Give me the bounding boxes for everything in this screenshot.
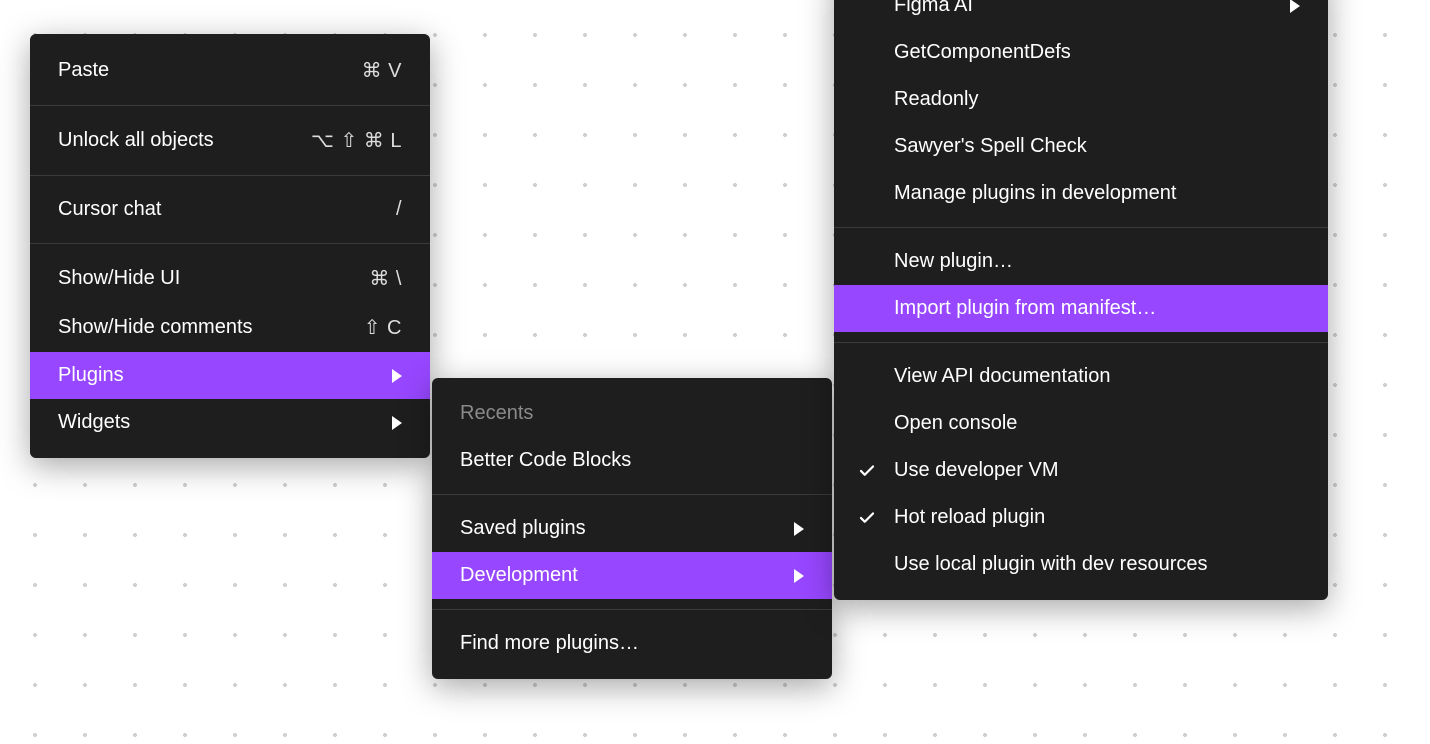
- menu-item-label: Saved plugins: [460, 517, 770, 540]
- submenu-arrow-icon: [392, 416, 402, 430]
- menu-divider: [30, 243, 430, 244]
- menu-item-use-dev-vm[interactable]: Use developer VM: [834, 447, 1328, 494]
- menu-item-better-code-blocks[interactable]: Better Code Blocks: [432, 437, 832, 484]
- menu-item-label: Import plugin from manifest…: [894, 297, 1300, 320]
- menu-item-widgets[interactable]: Widgets: [30, 399, 430, 446]
- submenu-arrow-icon: [794, 569, 804, 583]
- menu-section-header: Recents: [432, 390, 832, 437]
- menu-item-label: Hot reload plugin: [894, 506, 1300, 529]
- menu-item-label: Use developer VM: [894, 459, 1300, 482]
- menu-item-label: Paste: [58, 59, 338, 82]
- menu-item-label: Find more plugins…: [460, 632, 804, 655]
- menu-divider: [834, 342, 1328, 343]
- menu-divider: [432, 609, 832, 610]
- menu-item-unlock-all[interactable]: Unlock all objects ⌥ ⇧ ⌘ L: [30, 116, 430, 165]
- menu-item-show-hide-ui[interactable]: Show/Hide UI ⌘ \: [30, 254, 430, 303]
- menu-header-label: Recents: [460, 402, 533, 424]
- menu-item-label: Show/Hide UI: [58, 267, 345, 290]
- submenu-arrow-icon: [1290, 0, 1300, 13]
- menu-item-label: Readonly: [894, 88, 1300, 111]
- menu-item-label: Unlock all objects: [58, 129, 287, 152]
- plugins-submenu: Recents Better Code Blocks Saved plugins…: [432, 378, 832, 679]
- menu-item-get-component-defs[interactable]: GetComponentDefs: [834, 29, 1328, 76]
- menu-item-import-manifest[interactable]: Import plugin from manifest…: [834, 285, 1328, 332]
- menu-item-spell-check[interactable]: Sawyer's Spell Check: [834, 123, 1328, 170]
- menu-item-shortcut: ⌘ \: [369, 266, 402, 291]
- menu-item-shortcut: ⌘ V: [362, 58, 402, 83]
- menu-item-label: Widgets: [58, 411, 368, 434]
- menu-item-plugins[interactable]: Plugins: [30, 352, 430, 399]
- menu-item-shortcut: ⇧ C: [364, 315, 402, 340]
- menu-item-figma-ai[interactable]: Figma AI: [834, 0, 1328, 29]
- menu-item-development[interactable]: Development: [432, 552, 832, 599]
- check-icon: [858, 509, 894, 527]
- menu-item-label: GetComponentDefs: [894, 41, 1300, 64]
- submenu-arrow-icon: [794, 522, 804, 536]
- menu-item-label: Development: [460, 564, 770, 587]
- menu-item-hot-reload[interactable]: Hot reload plugin: [834, 494, 1328, 541]
- menu-item-shortcut: /: [396, 198, 402, 221]
- menu-divider: [432, 494, 832, 495]
- submenu-arrow-icon: [392, 369, 402, 383]
- menu-item-open-console[interactable]: Open console: [834, 400, 1328, 447]
- menu-item-new-plugin[interactable]: New plugin…: [834, 238, 1328, 285]
- menu-item-label: Use local plugin with dev resources: [894, 553, 1300, 576]
- menu-item-label: Better Code Blocks: [460, 449, 804, 472]
- development-submenu: Figma AI GetComponentDefs Readonly Sawye…: [834, 0, 1328, 600]
- menu-item-view-api-docs[interactable]: View API documentation: [834, 353, 1328, 400]
- menu-item-label: New plugin…: [894, 250, 1300, 273]
- menu-item-label: Open console: [894, 412, 1300, 435]
- context-menu: Paste ⌘ V Unlock all objects ⌥ ⇧ ⌘ L Cur…: [30, 34, 430, 458]
- menu-divider: [30, 105, 430, 106]
- check-icon: [858, 462, 894, 480]
- menu-item-saved-plugins[interactable]: Saved plugins: [432, 505, 832, 552]
- menu-item-manage-plugins[interactable]: Manage plugins in development: [834, 170, 1328, 217]
- menu-item-label: Sawyer's Spell Check: [894, 135, 1300, 158]
- menu-item-label: View API documentation: [894, 365, 1300, 388]
- menu-item-paste[interactable]: Paste ⌘ V: [30, 46, 430, 95]
- menu-item-label: Show/Hide comments: [58, 316, 340, 339]
- menu-item-label: Cursor chat: [58, 198, 372, 221]
- menu-item-cursor-chat[interactable]: Cursor chat /: [30, 186, 430, 233]
- menu-item-find-more-plugins[interactable]: Find more plugins…: [432, 620, 832, 667]
- menu-item-use-local-dev[interactable]: Use local plugin with dev resources: [834, 541, 1328, 588]
- menu-item-label: Manage plugins in development: [894, 182, 1300, 205]
- menu-divider: [834, 227, 1328, 228]
- menu-item-readonly[interactable]: Readonly: [834, 76, 1328, 123]
- menu-item-label: Plugins: [58, 364, 368, 387]
- menu-item-show-hide-comments[interactable]: Show/Hide comments ⇧ C: [30, 303, 430, 352]
- menu-item-shortcut: ⌥ ⇧ ⌘ L: [311, 128, 402, 153]
- menu-item-label: Figma AI: [894, 0, 1266, 17]
- menu-divider: [30, 175, 430, 176]
